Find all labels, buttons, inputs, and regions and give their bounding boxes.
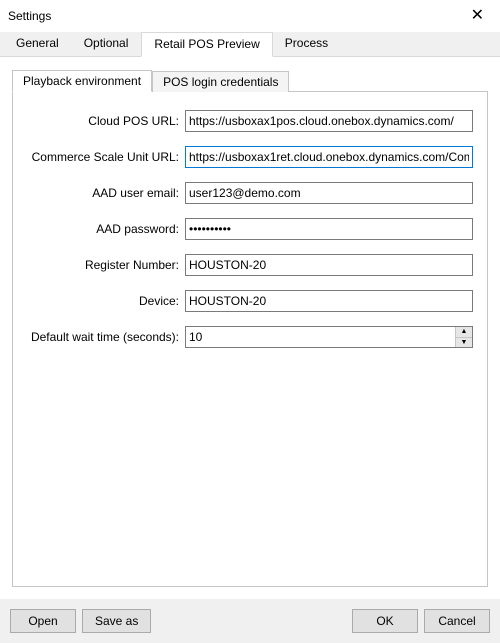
label-aad-user-email: AAD user email:	[27, 186, 185, 200]
label-default-wait-time: Default wait time (seconds):	[27, 330, 185, 344]
content-area: Playback environment POS login credentia…	[0, 57, 500, 599]
close-icon[interactable]: ✕	[465, 6, 490, 26]
ok-button[interactable]: OK	[352, 609, 418, 633]
label-aad-password: AAD password:	[27, 222, 185, 236]
input-device[interactable]	[185, 290, 473, 312]
dialog-button-bar: Open Save as OK Cancel	[0, 599, 500, 643]
inner-panel: Playback environment POS login credentia…	[12, 69, 488, 587]
open-button[interactable]: Open	[10, 609, 76, 633]
inner-tabstrip: Playback environment POS login credentia…	[12, 69, 488, 91]
tab-retail-pos-preview[interactable]: Retail POS Preview	[141, 32, 272, 57]
spinner-down-button[interactable]: ▼	[456, 338, 472, 348]
label-cloud-pos-url: Cloud POS URL:	[27, 114, 185, 128]
save-as-button[interactable]: Save as	[82, 609, 151, 633]
label-device: Device:	[27, 294, 185, 308]
label-commerce-scale-url: Commerce Scale Unit URL:	[27, 150, 185, 164]
titlebar: Settings ✕	[0, 0, 500, 32]
dialog-title: Settings	[8, 9, 51, 23]
input-commerce-scale-url[interactable]	[185, 146, 473, 168]
input-default-wait-time[interactable]	[186, 327, 455, 347]
spinner-default-wait-time[interactable]: ▲ ▼	[185, 326, 473, 348]
settings-dialog: Settings ✕ General Optional Retail POS P…	[0, 0, 500, 643]
input-cloud-pos-url[interactable]	[185, 110, 473, 132]
main-tabstrip: General Optional Retail POS Preview Proc…	[0, 32, 500, 57]
input-register-number[interactable]	[185, 254, 473, 276]
tab-general[interactable]: General	[4, 32, 72, 56]
tab-playback-environment[interactable]: Playback environment	[12, 70, 152, 92]
cancel-button[interactable]: Cancel	[424, 609, 490, 633]
spinner-buttons: ▲ ▼	[455, 327, 472, 347]
tab-pos-login-credentials[interactable]: POS login credentials	[152, 71, 289, 92]
input-aad-user-email[interactable]	[185, 182, 473, 204]
input-aad-password[interactable]	[185, 218, 473, 240]
tab-optional[interactable]: Optional	[72, 32, 142, 56]
spinner-up-button[interactable]: ▲	[456, 327, 472, 338]
tab-process[interactable]: Process	[273, 32, 341, 56]
label-register-number: Register Number:	[27, 258, 185, 272]
playback-environment-form: Cloud POS URL: Commerce Scale Unit URL: …	[12, 91, 488, 587]
